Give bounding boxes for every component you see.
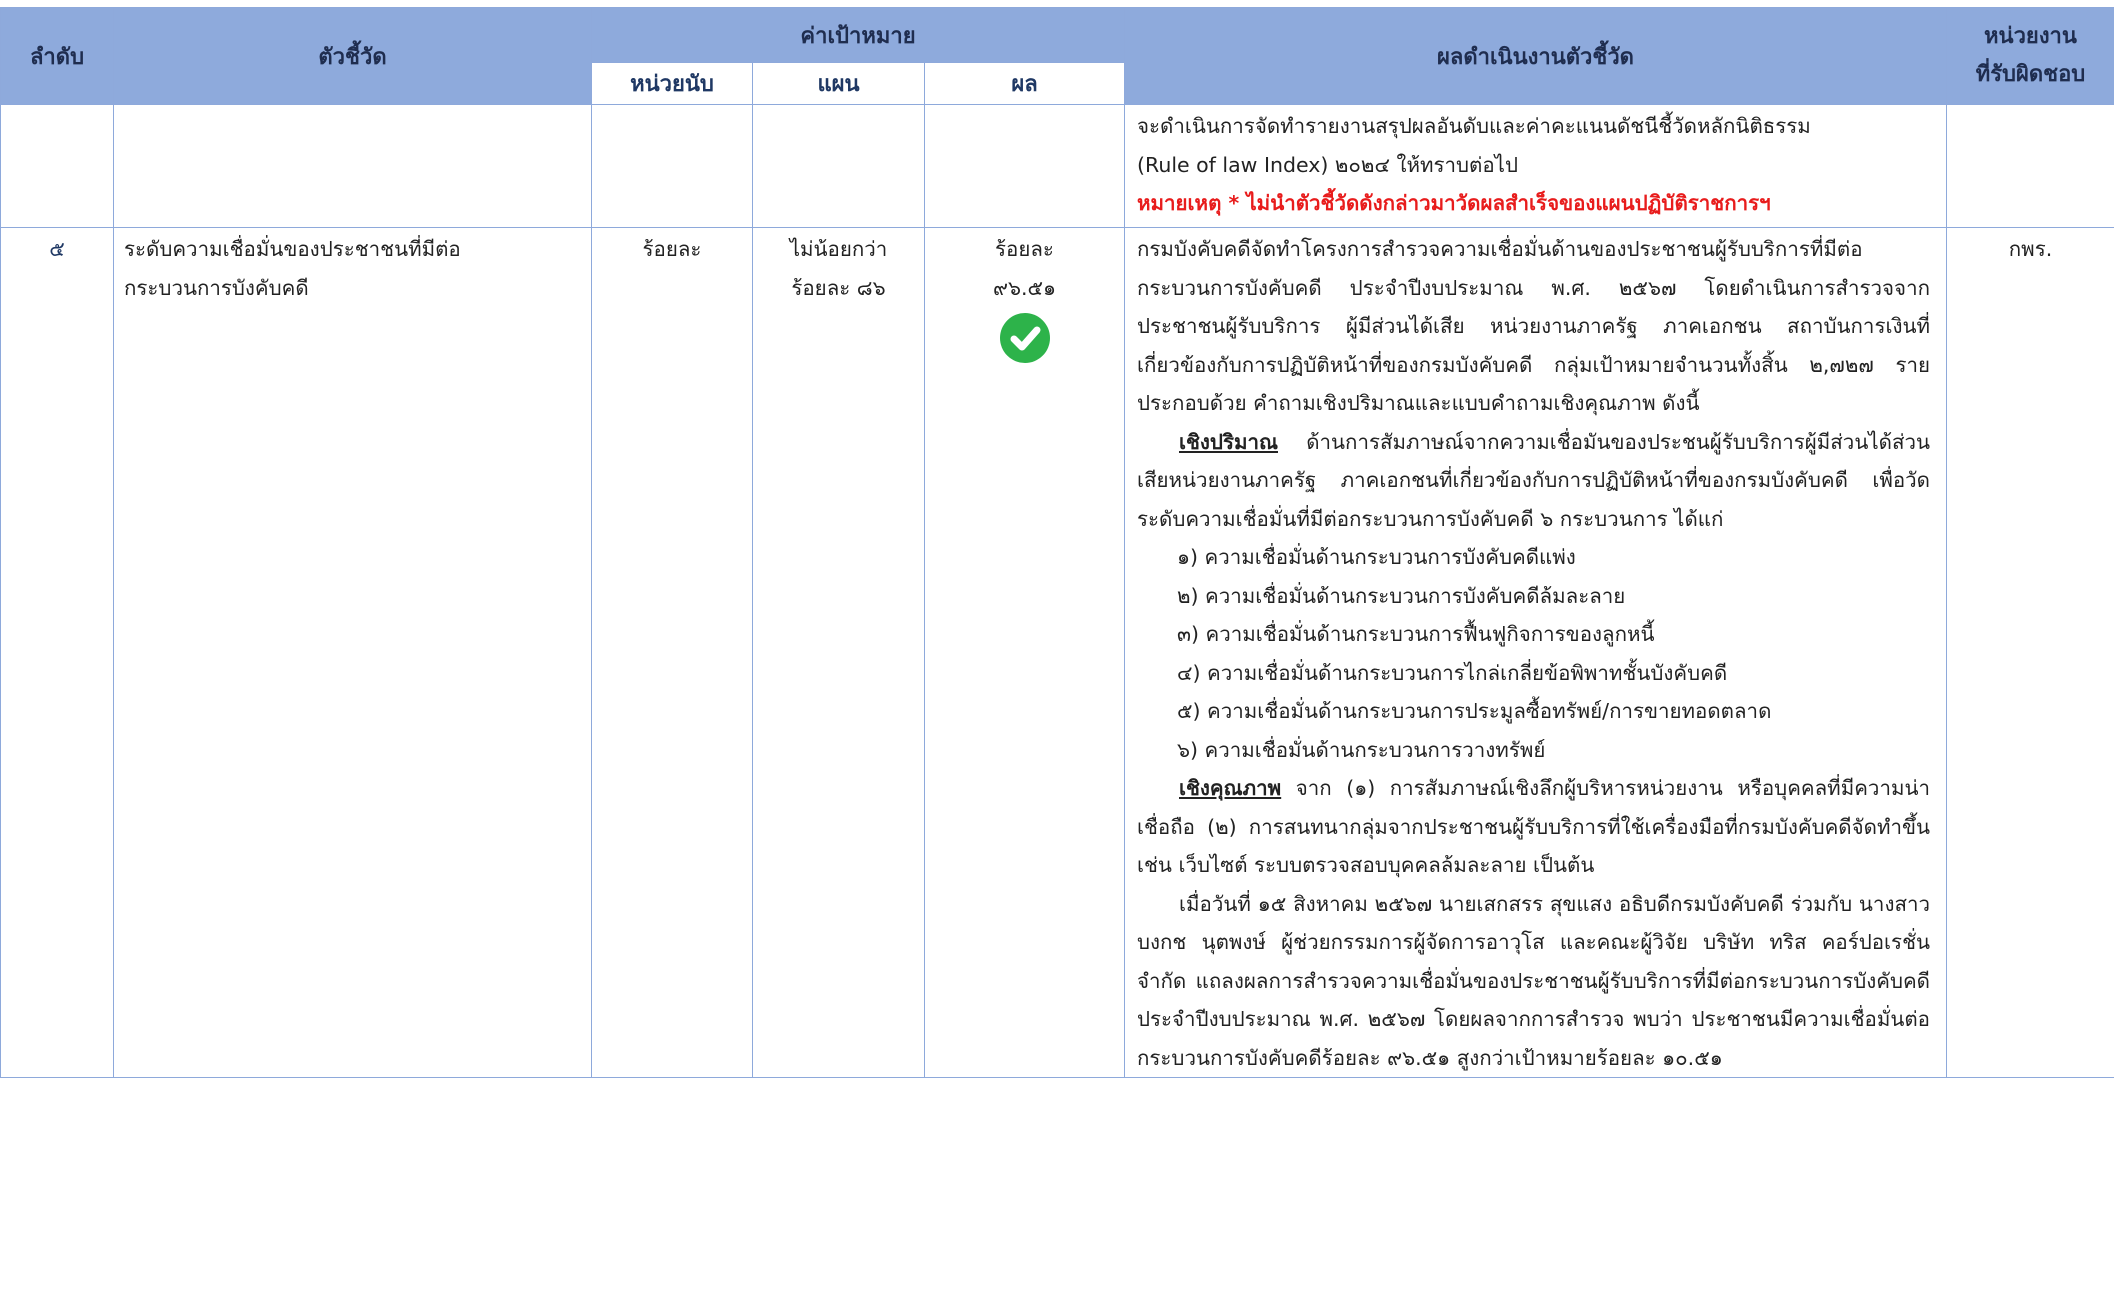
header-unit: หน่วยนับ xyxy=(591,62,753,105)
prev-unit-cell xyxy=(591,104,753,228)
row5-performance: กรมบังคับคดีจัดทำโครงการสำรวจความเชื่อมั… xyxy=(1124,227,1947,1078)
prev-plan-cell xyxy=(752,104,925,228)
row5-quantitative: เชิงปริมาณ ด้านการสัมภาษณ์จากความเชื่อมั… xyxy=(1137,423,1930,539)
list-item: ๓) ความเชื่อมั่นด้านกระบวนการฟื้นฟูกิจกา… xyxy=(1177,622,1655,646)
row5-order: ๕ xyxy=(0,227,114,1078)
header-order: ลำดับ xyxy=(0,7,114,105)
table-row-5: ๕ ระดับความเชื่อมั่นของประชาชนที่มีต่อ ก… xyxy=(0,227,2114,1078)
header-result: ผล xyxy=(924,62,1125,105)
row5-indicator-line1: ระดับความเชื่อมั่นของประชาชนที่มีต่อ xyxy=(124,237,461,261)
prev-note: หมายเหตุ * ไม่นำตัวชี้วัดดังกล่าวมาวัดผล… xyxy=(1137,191,1771,215)
header-responsible: หน่วยงาน ที่รับผิดชอบ xyxy=(1946,7,2114,105)
report-page: ลำดับ ตัวชี้วัด ค่าเป้าหมาย ผลดำเนินงานต… xyxy=(0,0,2114,1309)
header-responsible-line2: ที่รับผิดชอบ xyxy=(1975,62,2086,87)
quantitative-label: เชิงปริมาณ xyxy=(1179,429,1278,454)
header-indicator: ตัวชี้วัด xyxy=(113,7,592,105)
row5-indicator-line2: กระบวนการบังคับคดี xyxy=(124,275,309,300)
row5-final-paragraph: เมื่อวันที่ ๑๕ สิงหาคม ๒๕๖๗ นายเสกสรร สุ… xyxy=(1137,891,1930,1070)
list-item: ๑) ความเชื่อมั่นด้านกระบวนการบังคับคดีแพ… xyxy=(1177,545,1576,569)
list-item: ๖) ความเชื่อมั่นด้านกระบวนการวางทรัพย์ xyxy=(1177,737,1546,762)
prev-order-cell xyxy=(0,104,114,228)
row5-plan: ไม่น้อยกว่า ร้อยละ ๘๖ xyxy=(752,227,925,1078)
qualitative-label: เชิงคุณภาพ xyxy=(1179,776,1282,800)
list-item: ๒) ความเชื่อมั่นด้านกระบวนการบังคับคดีล้… xyxy=(1177,583,1626,608)
row5-plan-line2: ร้อยละ ๘๖ xyxy=(791,275,886,300)
row5-plan-line1: ไม่น้อยกว่า xyxy=(789,237,888,261)
prev-indicator-cell xyxy=(113,104,592,228)
row5-responsible: กพร. xyxy=(1946,227,2114,1078)
header-target: ค่าเป้าหมาย xyxy=(591,7,1125,63)
prev-line1: จะดำเนินการจัดทำรายงานสรุปผลอันดับและค่า… xyxy=(1137,114,1811,138)
header-plan: แผน xyxy=(752,62,925,105)
header-performance: ผลดำเนินงานตัวชี้วัด xyxy=(1124,7,1947,105)
header-responsible-line1: หน่วยงาน xyxy=(1984,24,2077,49)
row5-qualitative: เชิงคุณภาพ จาก (๑) การสัมภาษณ์เชิงลึกผู้… xyxy=(1137,769,1930,885)
prev-result-cell xyxy=(924,104,1125,228)
row5-indicator: ระดับความเชื่อมั่นของประชาชนที่มีต่อ กระ… xyxy=(113,227,592,1078)
row5-unit: ร้อยละ xyxy=(591,227,753,1078)
list-item: ๕) ความเชื่อมั่นด้านกระบวนการประมูลซื้อท… xyxy=(1177,699,1772,723)
row5-intro: กรมบังคับคดีจัดทำโครงการสำรวจความเชื่อมั… xyxy=(1137,237,1930,415)
check-circle-icon xyxy=(999,313,1050,363)
row5-result: ร้อยละ ๙๖.๕๑ xyxy=(924,227,1125,1078)
row5-result-line1: ร้อยละ xyxy=(995,237,1054,261)
table-row-previous: จะดำเนินการจัดทำรายงานสรุปผลอันดับและค่า… xyxy=(0,104,2114,228)
prev-performance-cell: จะดำเนินการจัดทำรายงานสรุปผลอันดับและค่า… xyxy=(1124,104,1947,228)
kpi-table: ลำดับ ตัวชี้วัด ค่าเป้าหมาย ผลดำเนินงานต… xyxy=(0,7,2114,1078)
prev-responsible-cell xyxy=(1946,104,2114,228)
list-item: ๔) ความเชื่อมั่นด้านกระบวนการไกล่เกลี่ยข… xyxy=(1177,660,1728,685)
row5-result-line2: ๙๖.๕๑ xyxy=(992,275,1057,300)
prev-line2: (Rule of law Index) ๒๐๒๔ ให้ทราบต่อไป xyxy=(1137,152,1518,177)
